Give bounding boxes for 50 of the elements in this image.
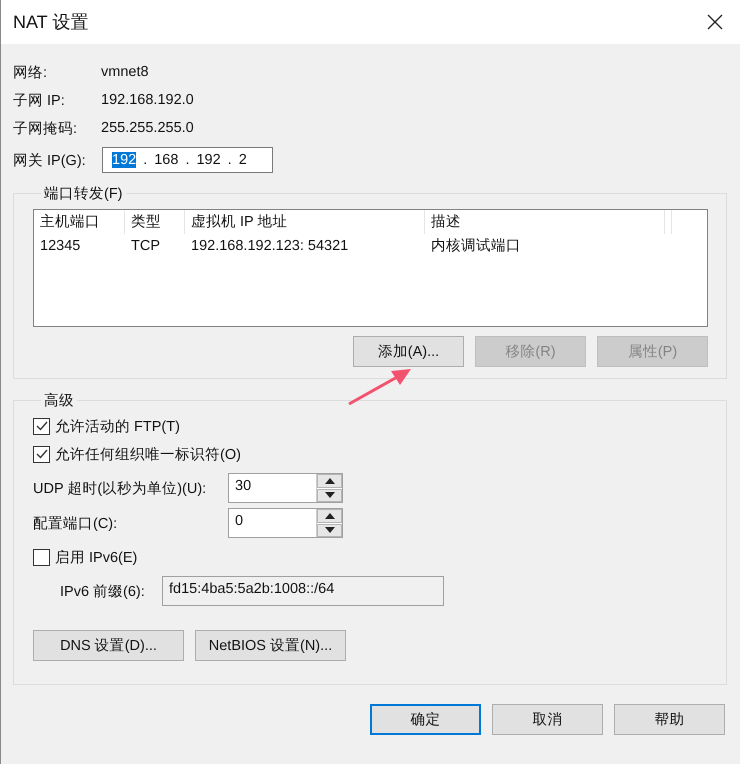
dialog-button[interactable]: 确定 [370,704,481,735]
up-arrow-icon [324,478,334,484]
spin-down-button[interactable] [317,524,342,537]
field-value: 255.255.255.0 [101,120,194,136]
action-button[interactable]: 添加(A)... [353,336,464,367]
settings-button[interactable]: DNS 设置(D)... [33,630,184,661]
table-cell-text: 192.168.192.123: 54321 [190,237,350,256]
spin-up-button[interactable] [317,474,342,488]
field-label: 网关 IP(G): [13,152,87,170]
up-arrow-icon [324,512,334,519]
table-cell-text: 12345 [39,237,82,256]
number-field[interactable]: 0 [229,509,317,537]
ip-address-field[interactable]: 192 . 168 . 192 . 2 [102,147,273,173]
field-label: 子网掩码: [13,120,78,138]
column-header[interactable]: 主机端口 [34,210,125,234]
dialog-button[interactable]: 帮助 [614,704,725,735]
spin-down-button[interactable] [317,488,342,502]
checkbox[interactable] [33,446,50,462]
field-label: UDP 超时(以秒为单位)(U): [33,480,208,498]
close-icon[interactable] [707,14,723,30]
port-list[interactable]: 主机端口 类型 虚拟机 IP 地址 描述 12345 TCP 192.168.192.123: 54321 内核调试端口 [33,209,708,327]
field-label: 配置端口(C): [33,514,118,532]
down-arrow-icon [324,492,334,498]
field-value: 192.168.192.0 [101,92,194,108]
number-field[interactable]: 30 [229,474,317,502]
group-title: 端口转发(F) [43,185,124,203]
column-header[interactable]: 类型 [125,210,185,234]
annotation-arrow [347,368,413,406]
checkbox-label: 允许任何组织唯一标识符(O) [55,446,241,464]
prefix-field[interactable]: fd15:4ba5:5a2b:1008::/64 [162,576,444,606]
checkbox[interactable] [33,548,50,566]
window-title: NAT 设置 [13,11,88,34]
checkbox-label: 允许活动的 FTP(T) [55,418,180,436]
field-label: 子网 IP: [13,92,66,110]
field-value: vmnet8 [101,64,149,80]
field-label: 网络: [13,64,48,82]
checkmark-icon [34,447,48,461]
table-cell-text: 内核调试端口 [430,237,522,256]
group-title: 高级 [43,392,75,410]
checkmark-icon [34,419,48,433]
settings-button[interactable]: NetBIOS 设置(N)... [195,630,346,661]
down-arrow-icon [324,527,334,534]
field-label: IPv6 前缀(6): [59,582,146,600]
column-header[interactable]: 描述 [425,210,665,234]
checkbox-label: 启用 IPv6(E) [55,548,138,566]
spin-up-button[interactable] [317,509,342,522]
column-header[interactable]: 虚拟机 IP 地址 [185,210,425,234]
table-cell-text: TCP [130,237,161,256]
checkbox[interactable] [33,418,50,434]
dialog-button[interactable]: 取消 [492,704,603,735]
